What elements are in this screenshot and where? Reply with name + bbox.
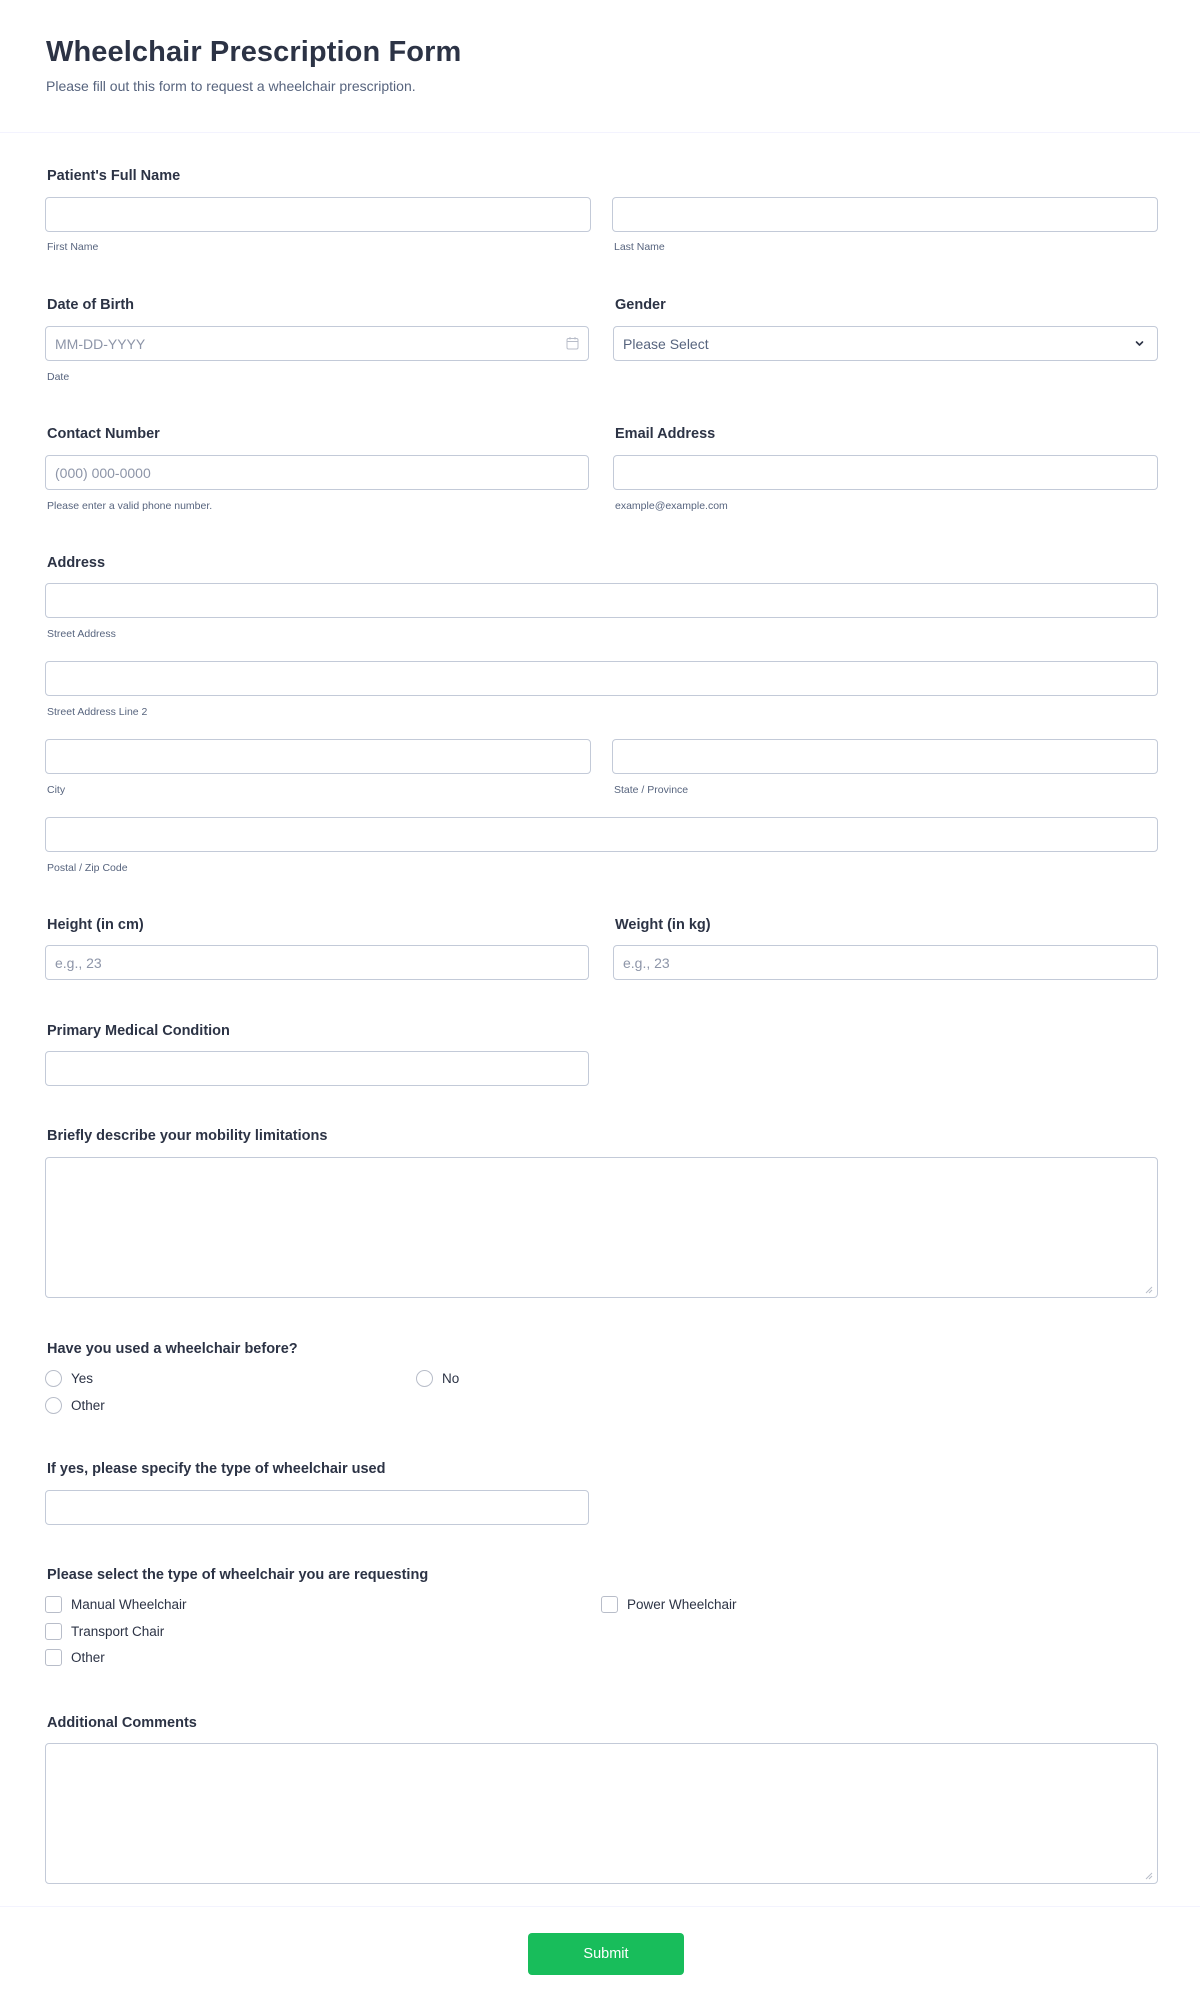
email-input[interactable] [613,455,1158,490]
checkbox-option-transport-chair[interactable]: Transport Chair [45,1623,164,1640]
weight-input[interactable] [613,945,1158,980]
radio-option-label: Yes [71,1371,94,1386]
gender-label: Gender [615,297,666,313]
condition-label: Primary Medical Condition [47,1023,230,1039]
condition-input[interactable] [45,1051,589,1086]
checkbox[interactable] [601,1596,618,1613]
radio-option-yes[interactable]: Yes [45,1370,93,1387]
form-header: Wheelchair Prescription Form Please fill… [0,0,1200,133]
radio-option-label: No [442,1371,460,1386]
calendar-icon[interactable] [566,336,579,350]
checkbox-option-label: Other [71,1650,105,1665]
contact-label: Contact Number [47,426,160,442]
checkbox-option-label: Transport Chair [71,1624,165,1639]
street-address-sublabel: Street Address [47,628,116,640]
checkbox-option-other[interactable]: Other [45,1649,105,1666]
address-label: Address [47,555,106,571]
checkbox[interactable] [45,1623,62,1640]
first-name-sublabel: First Name [47,241,99,253]
mobility-textarea[interactable] [45,1157,1158,1298]
checkbox[interactable] [45,1596,62,1613]
dob-sublabel: Date [47,371,70,383]
gender-select[interactable]: Please Select [613,326,1158,361]
form-title: Wheelchair Prescription Form [46,36,462,68]
checkbox-option-label: Power Wheelchair [627,1597,737,1612]
submit-button[interactable]: Submit [528,1933,684,1975]
type-requested-label: Please select the type of wheelchair you… [47,1567,429,1583]
street-address-line2-sublabel: Street Address Line 2 [47,706,148,718]
gender-selected-value: Please Select [623,335,709,352]
first-name-input[interactable] [45,197,591,232]
checkbox-option-power-wheelchair[interactable]: Power Wheelchair [601,1596,737,1613]
height-input[interactable] [45,945,589,980]
used-before-label: Have you used a wheelchair before? [47,1341,298,1357]
contact-sublabel: Please enter a valid phone number. [47,500,213,512]
last-name-sublabel: Last Name [614,241,665,253]
weight-label: Weight (in kg) [615,917,711,933]
type-used-label: If yes, please specify the type of wheel… [47,1461,386,1477]
radio-option-no[interactable]: No [416,1370,459,1387]
radio-button[interactable] [416,1370,433,1387]
street-address-line2-input[interactable] [45,661,1158,696]
footer-divider [0,1906,1200,1907]
city-sublabel: City [47,784,66,796]
city-input[interactable] [45,739,591,774]
state-input[interactable] [612,739,1158,774]
chevron-down-icon [1135,341,1144,346]
type-used-input[interactable] [45,1490,589,1525]
email-sublabel: example@example.com [615,500,728,512]
height-label: Height (in cm) [47,917,144,933]
checkbox-option-manual-wheelchair[interactable]: Manual Wheelchair [45,1596,187,1613]
last-name-input[interactable] [612,197,1158,232]
radio-button[interactable] [45,1370,62,1387]
radio-button[interactable] [45,1397,62,1414]
dob-input[interactable] [45,326,589,361]
state-sublabel: State / Province [614,784,689,796]
comments-label: Additional Comments [47,1715,197,1731]
comments-textarea[interactable] [45,1743,1158,1884]
email-label: Email Address [615,426,716,442]
dob-label: Date of Birth [47,297,134,313]
full-name-label: Patient's Full Name [47,168,181,184]
contact-number-input[interactable] [45,455,589,490]
zip-code-input[interactable] [45,817,1158,852]
checkbox[interactable] [45,1649,62,1666]
form-subtitle: Please fill out this form to request a w… [46,78,416,94]
radio-option-label: Other [71,1398,105,1413]
street-address-input[interactable] [45,583,1158,618]
zip-code-sublabel: Postal / Zip Code [47,862,128,874]
checkbox-option-label: Manual Wheelchair [71,1597,187,1612]
radio-option-other[interactable]: Other [45,1397,105,1414]
mobility-label: Briefly describe your mobility limitatio… [47,1128,328,1144]
